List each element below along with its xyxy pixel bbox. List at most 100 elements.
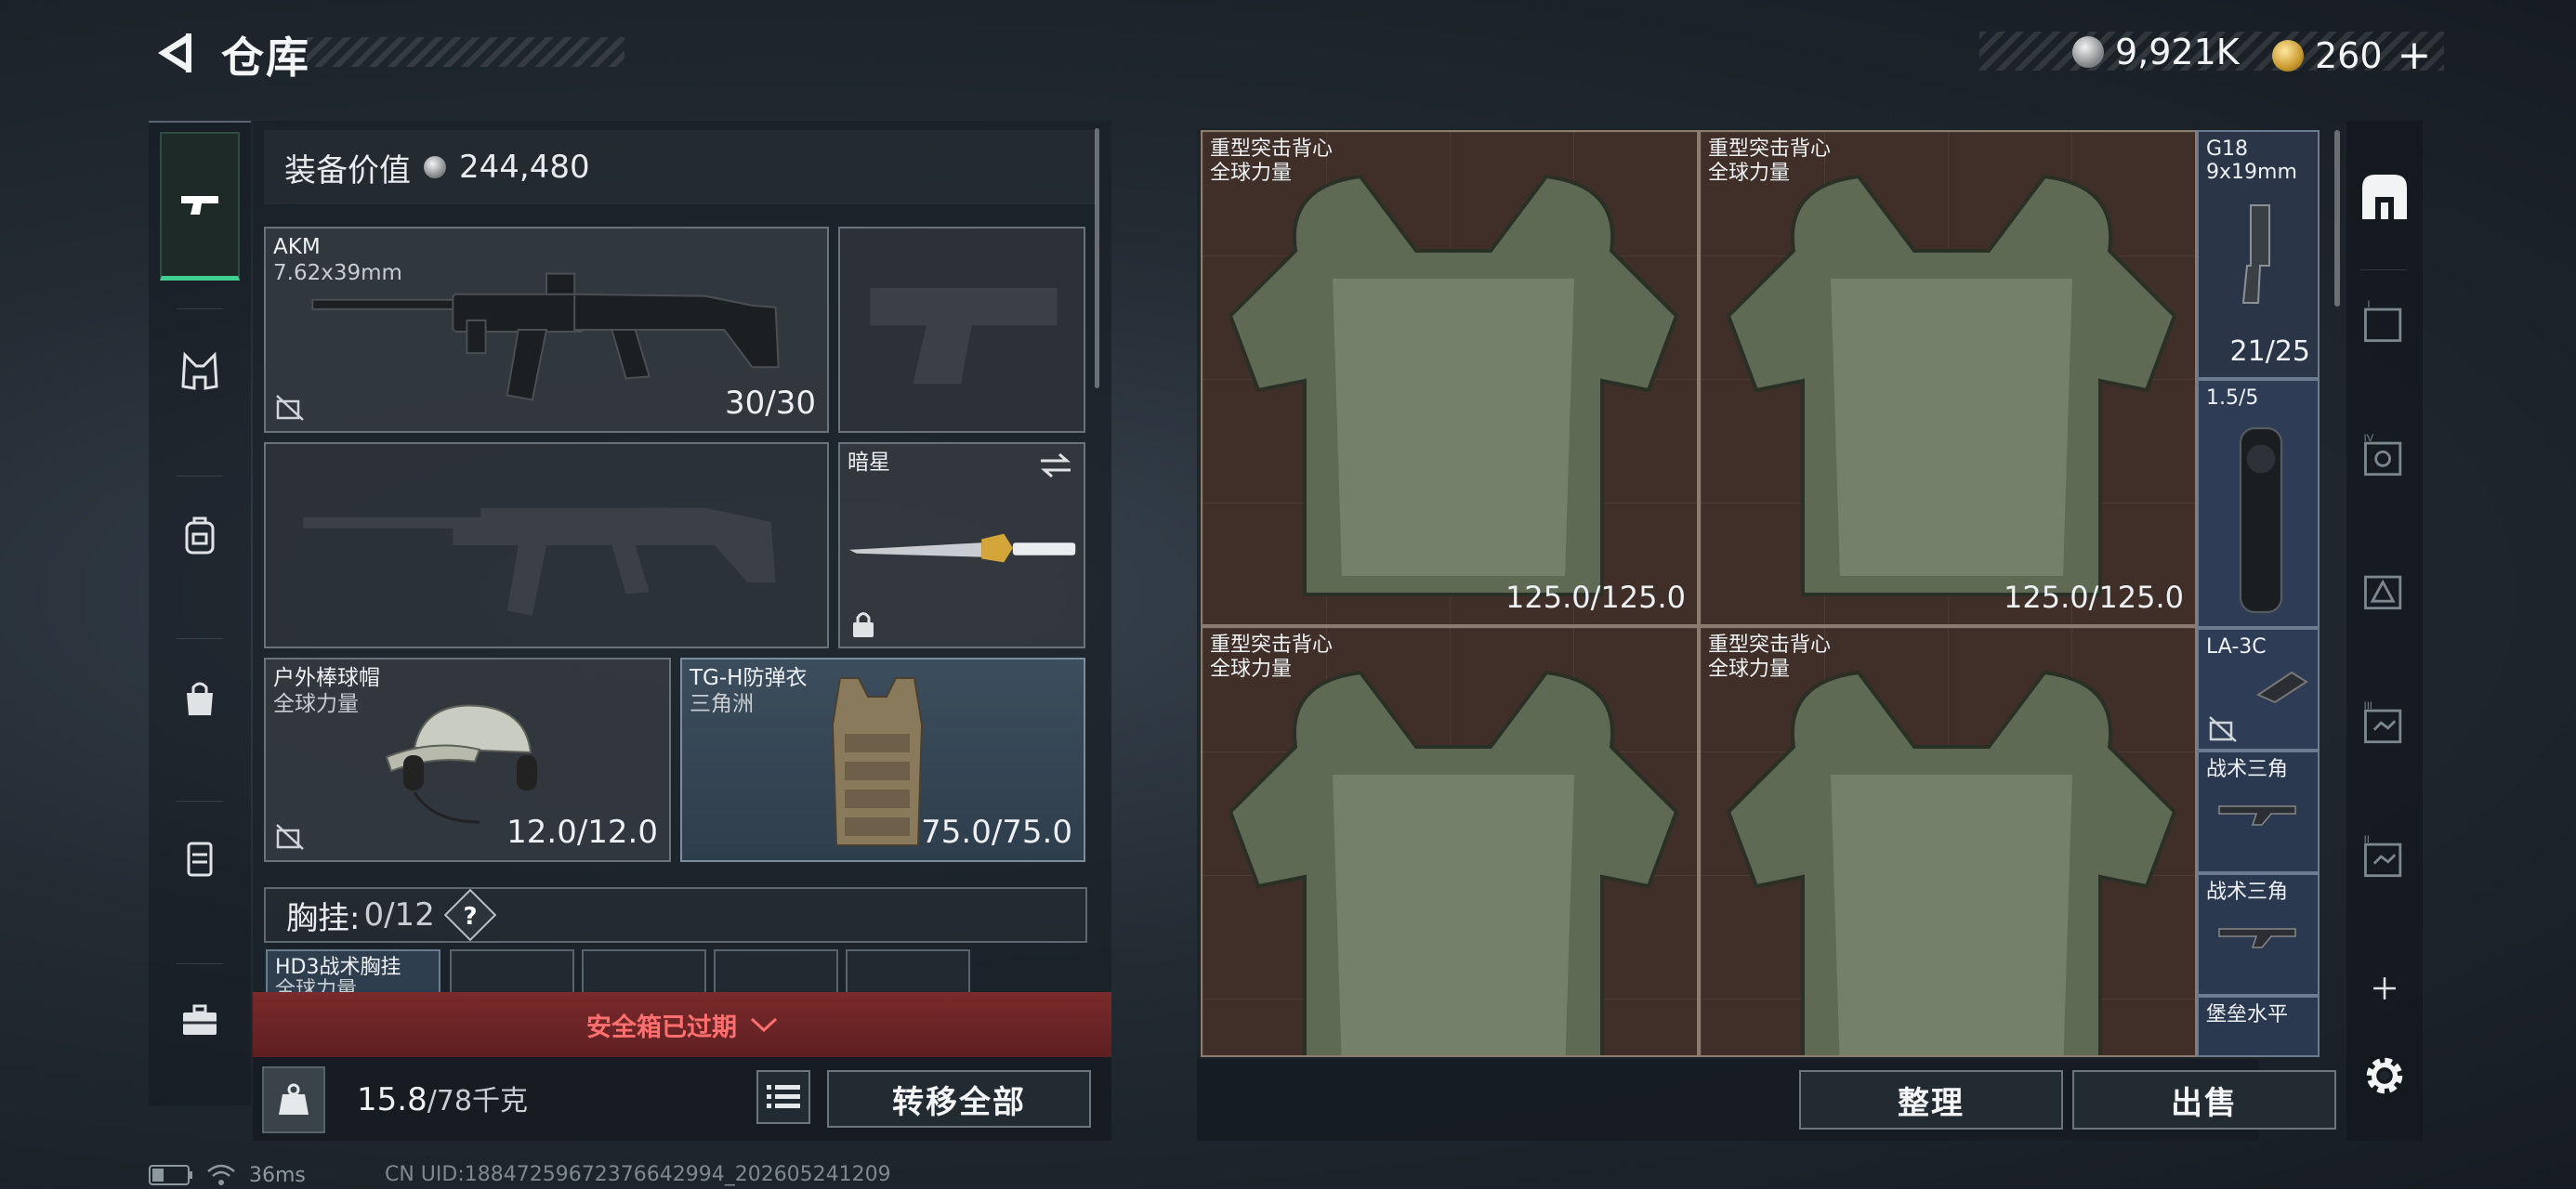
stash-item-grip[interactable]: 战术三角 xyxy=(2197,873,2320,996)
rail-item-safe-box[interactable] xyxy=(160,784,240,933)
grip-image xyxy=(2218,805,2296,826)
wifi-icon xyxy=(207,1164,235,1185)
chest-rig-icon xyxy=(181,351,218,390)
scope-name: 1.5/5 xyxy=(2206,386,2259,410)
safe-box-icon xyxy=(187,842,213,877)
gold-currency[interactable]: 260 + xyxy=(2272,32,2431,79)
stash-item-foregrip[interactable]: 堡垒水平 xyxy=(2197,996,2320,1057)
grip-name: 战术三角 xyxy=(2206,758,2289,781)
vest-info: 重型突击背心 全球力量 xyxy=(1708,634,1831,682)
vest-name: 重型突击背心 xyxy=(1210,634,1334,657)
stash-page-icon: II xyxy=(2364,834,2402,878)
helmet-durability: 12.0/12.0 xyxy=(506,814,658,851)
equipment-value-label: 装备价值 xyxy=(284,151,411,189)
rail-item-toolbox[interactable] xyxy=(160,946,240,1094)
no-insurance-icon xyxy=(2209,716,2237,742)
stash-item-vest[interactable]: 重型突击背心 全球力量 xyxy=(1699,626,2197,1057)
armor-slot[interactable]: TG-H防弹衣 三角洲 75.0/75.0 xyxy=(680,658,1085,862)
helmet-slot[interactable]: 户外棒球帽 全球力量 12.0/12.0 xyxy=(264,658,671,862)
vest-image xyxy=(1228,174,1679,596)
chest-item-name: HD3战术胸挂 xyxy=(275,956,401,979)
safe-box-expired-text: 安全箱已过期 xyxy=(586,1013,737,1042)
sort-button[interactable]: 整理 xyxy=(1799,1070,2063,1130)
vest-image xyxy=(1726,670,2177,1055)
primary-weapon-slot[interactable]: AKM 7.62x39mm 30/30 xyxy=(264,227,829,433)
armor-image xyxy=(831,677,924,846)
list-view-button[interactable] xyxy=(756,1070,810,1124)
stash-item-vest[interactable]: 重型突击背心 全球力量 xyxy=(1201,626,1699,1057)
rifle-placeholder-icon xyxy=(303,507,776,616)
stash-item-scope[interactable]: 1.5/5 xyxy=(2197,379,2320,628)
pistol-caliber: 9x19mm xyxy=(2206,161,2297,184)
stash-item-laser[interactable]: LA-3C xyxy=(2197,628,2320,751)
grip-name: 战术三角 xyxy=(2206,881,2289,904)
plus-icon xyxy=(2373,977,2396,1000)
help-button[interactable]: ? xyxy=(443,888,497,942)
stash-page-icon: III xyxy=(2364,700,2402,744)
vest-faction: 全球力量 xyxy=(1708,658,1791,681)
gear-icon xyxy=(2366,1057,2403,1094)
stash-page-4[interactable]: IV xyxy=(2351,424,2418,490)
settings-button[interactable] xyxy=(2351,1042,2418,1109)
stash-page-2[interactable]: II xyxy=(2351,825,2418,892)
armor-name: TG-H防弹衣 xyxy=(690,666,808,690)
vest-name: 重型突击背心 xyxy=(1210,137,1334,161)
vest-durability: 125.0/125.0 xyxy=(1505,580,1686,615)
roman-numeral: III xyxy=(2364,700,2372,712)
stash-page-3[interactable]: III xyxy=(2351,691,2418,758)
add-stash-page-button[interactable] xyxy=(2351,955,2418,1022)
melee-slot[interactable]: 暗星 xyxy=(838,442,1085,648)
weight-icon xyxy=(262,1066,325,1133)
chest-rig-count: 0/12 xyxy=(363,896,435,934)
equipment-value-row: 装备价值 244,480 xyxy=(264,130,1097,204)
rail-item-bag[interactable] xyxy=(160,624,240,773)
secondary-weapon-slot[interactable] xyxy=(264,442,829,648)
transfer-all-button[interactable]: 转移全部 xyxy=(827,1070,1091,1128)
battery-icon xyxy=(149,1165,192,1185)
device-status: 36ms xyxy=(149,1163,306,1187)
stash-item-vest[interactable]: 重型突击背心 全球力量 125.0/125.0 xyxy=(1699,130,2197,626)
rail-item-chest-rig[interactable] xyxy=(160,297,240,446)
safe-box-expired-banner[interactable]: 安全箱已过期 xyxy=(253,992,1111,1057)
chest-rig-empty-slot[interactable] xyxy=(846,949,970,994)
chest-rig-empty-slot[interactable] xyxy=(450,949,574,994)
rail-item-weapons[interactable] xyxy=(160,132,240,281)
stash-item-pistol[interactable]: G18 9x19mm 21/25 xyxy=(2197,130,2320,379)
rail-item-backpack[interactable] xyxy=(160,462,240,610)
swap-icon[interactable] xyxy=(1037,451,1074,479)
chest-rig-empty-slot[interactable] xyxy=(714,949,838,994)
stash-page-1[interactable]: I xyxy=(2351,290,2418,357)
chest-rig-slot[interactable]: HD3战术胸挂 全球力量 xyxy=(266,949,440,1001)
title-decoration xyxy=(307,37,624,67)
no-insurance-icon xyxy=(276,824,304,850)
pistol-icon xyxy=(181,195,218,215)
stash-page-warning[interactable] xyxy=(2351,557,2418,624)
sidearm-slot[interactable] xyxy=(838,227,1085,433)
add-currency-button[interactable]: + xyxy=(2398,32,2432,79)
pistol-ammo: 21/25 xyxy=(2229,335,2310,368)
stash-page-main[interactable] xyxy=(2351,163,2418,230)
sell-button[interactable]: 出售 xyxy=(2072,1070,2336,1130)
helmet-info: 户外棒球帽 全球力量 xyxy=(273,665,380,717)
roman-numeral: II xyxy=(2364,834,2370,845)
vest-name: 重型突击背心 xyxy=(1708,137,1832,161)
silver-coin-icon xyxy=(424,156,446,178)
toolbox-icon xyxy=(183,1004,217,1035)
help-icon: ? xyxy=(463,902,478,931)
chest-rig-empty-slot[interactable] xyxy=(582,949,706,994)
vest-image xyxy=(1228,670,1679,1055)
vest-durability: 125.0/125.0 xyxy=(2004,580,2184,615)
pistol-image xyxy=(2241,204,2270,304)
stash-item-grip[interactable]: 战术三角 xyxy=(2197,751,2320,873)
page-title: 仓库 xyxy=(221,33,310,83)
stash-page-icon: IV xyxy=(2364,433,2402,477)
pistol-info: G18 9x19mm xyxy=(2206,137,2297,184)
stash-scrollbar[interactable] xyxy=(2334,130,2340,307)
silver-currency[interactable]: 9,921K xyxy=(2072,32,2240,72)
vest-faction: 全球力量 xyxy=(1708,162,1791,185)
stash-item-vest[interactable]: 重型突击背心 全球力量 125.0/125.0 xyxy=(1201,130,1699,626)
vest-image xyxy=(1726,174,2177,596)
stash-page-icon: I xyxy=(2364,299,2402,343)
chest-rig-label: 胸挂: xyxy=(286,899,361,937)
back-button[interactable] xyxy=(149,30,195,76)
